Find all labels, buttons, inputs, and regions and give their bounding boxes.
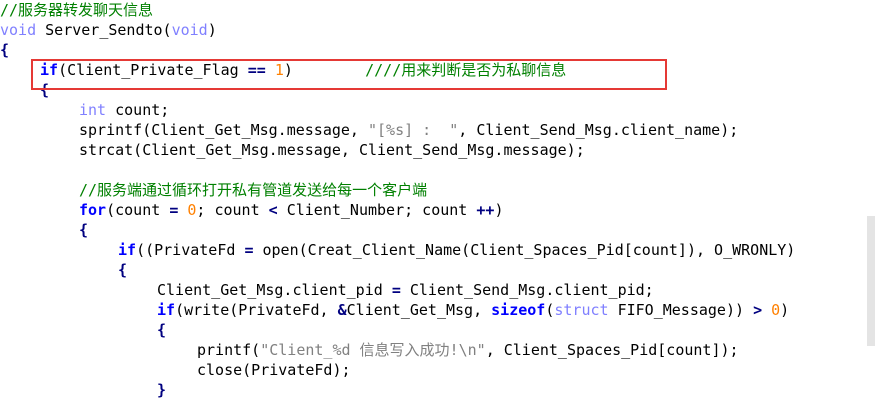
brace: }: [157, 381, 167, 399]
comment: //服务端通过循环打开私有管道发送给每一个客户端: [79, 181, 428, 199]
code-text: Client_Get_Msg,: [346, 301, 492, 319]
brace: {: [157, 321, 167, 339]
code-line: sprintf(Client_Get_Msg.message, "[%s] : …: [0, 120, 795, 140]
code-text: count;: [106, 101, 170, 119]
keyword: sizeof: [491, 301, 546, 319]
code-text: Client_Get_Msg.client_pid: [157, 281, 392, 299]
code-text: ): [780, 301, 790, 319]
code-editor[interactable]: //服务器转发聊天信息 void Server_Sendto(void) { i…: [0, 0, 875, 406]
code-line: strcat(Client_Get_Msg.message, Client_Se…: [0, 140, 795, 160]
code-text: sprintf(Client_Get_Msg.message,: [79, 121, 368, 139]
keyword: int: [79, 101, 107, 119]
code-text: , Client_Send_Msg.client_name);: [458, 121, 739, 139]
operator: <: [268, 201, 278, 219]
brace: {: [118, 261, 128, 279]
code-text: ): [494, 201, 504, 219]
code-line: }: [0, 380, 795, 400]
scrollbar-thumb[interactable]: [867, 216, 875, 346]
code-text: strcat(Client_Get_Msg.message, Client_Se…: [79, 141, 585, 159]
number: 0: [771, 301, 781, 319]
code-line: close(PrivateFd);: [0, 360, 795, 380]
comment: //服务器转发聊天信息: [0, 1, 154, 19]
code-line: //服务器转发聊天信息: [0, 0, 795, 20]
code-text: ; count: [196, 201, 269, 219]
code-text: ((PrivateFd: [136, 241, 245, 259]
brace: {: [0, 41, 10, 59]
brace: {: [79, 221, 89, 239]
code-line: {: [0, 40, 795, 60]
vertical-scrollbar[interactable]: [867, 0, 875, 406]
code-text: , Client_Spaces_Pid[count]);: [485, 341, 739, 359]
code-text: close(PrivateFd);: [197, 361, 351, 379]
code-line: if((PrivateFd = open(Creat_Client_Name(C…: [0, 240, 795, 260]
code-text: (write(PrivateFd,: [175, 301, 338, 319]
code-line: if(write(PrivateFd, &Client_Get_Msg, siz…: [0, 300, 795, 320]
code-text: printf(: [197, 341, 261, 359]
keyword: if: [157, 301, 176, 319]
code-line: printf("Client_%d 信息写入成功!\n", Client_Spa…: [0, 340, 795, 360]
operator: =: [391, 281, 401, 299]
keyword: void: [171, 21, 208, 39]
operator: >: [753, 301, 763, 319]
code-text: Client_Send_Msg.client_pid;: [400, 281, 654, 299]
string: "Client_%d 信息写入成功!\n": [260, 341, 486, 359]
operator: =: [169, 201, 179, 219]
code-text: Server_Sendto(: [36, 21, 172, 39]
highlight-box: [31, 59, 667, 90]
code-line: for(count = 0; count < Client_Number; co…: [0, 200, 795, 220]
operator: ++: [476, 201, 495, 219]
keyword: void: [0, 21, 37, 39]
keyword: for: [79, 201, 107, 219]
keyword: if: [118, 241, 137, 259]
code-line: Client_Get_Msg.client_pid = Client_Send_…: [0, 280, 795, 300]
code-line: int count;: [0, 100, 795, 120]
code-text: (count: [106, 201, 170, 219]
code-text: FIFO_Message)): [608, 301, 754, 319]
string: "[%s] : ": [367, 121, 459, 139]
code-line: {: [0, 220, 795, 240]
code-text: ): [207, 21, 217, 39]
code-line: //服务端通过循环打开私有管道发送给每一个客户端: [0, 180, 795, 200]
code-line: {: [0, 320, 795, 340]
code-text: open(Creat_Client_Name(Client_Spaces_Pid…: [253, 241, 796, 259]
operator: &: [337, 301, 347, 319]
code-line: void Server_Sendto(void): [0, 20, 795, 40]
code-text: Client_Number; count: [277, 201, 477, 219]
keyword: struct: [554, 301, 609, 319]
code-line: {: [0, 260, 795, 280]
